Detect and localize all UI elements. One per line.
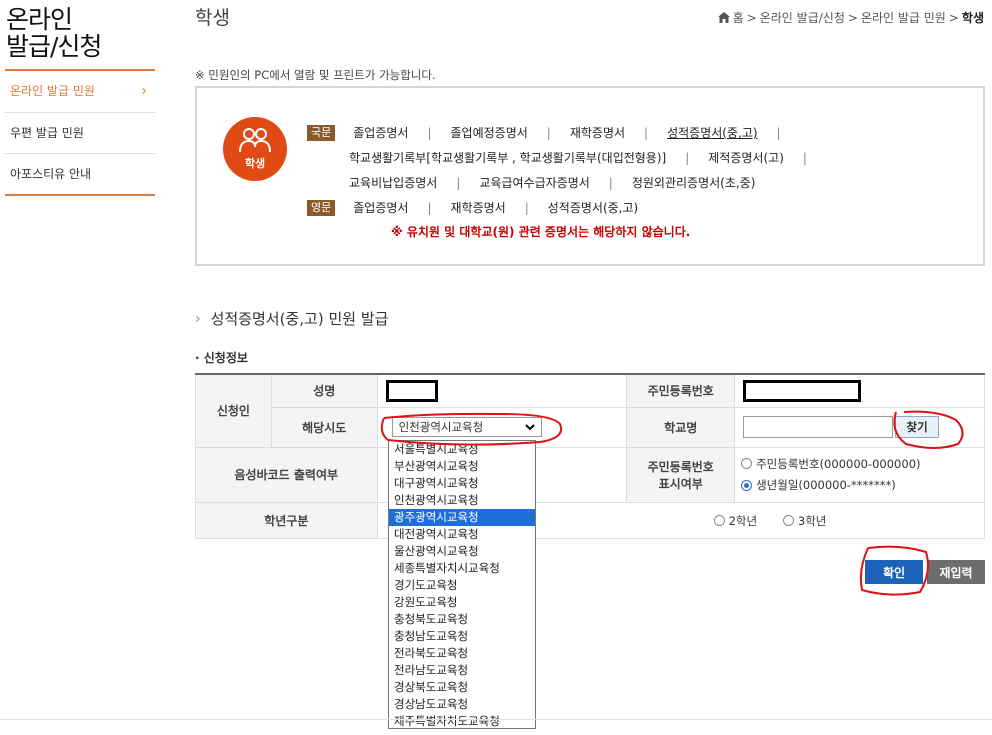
find-school-button[interactable]: 찾기 [895,416,940,438]
sidebar-menu: 온라인 발급 민원 › 우편 발급 민원 아포스티유 안내 [5,69,155,196]
name-value-redacted [385,379,438,402]
breadcrumb-online[interactable]: 온라인 발급/신청 [760,9,845,26]
breadcrumb-online-issue[interactable]: 온라인 발급 민원 [861,9,946,26]
chevron-down-icon [524,423,535,430]
school-name-input[interactable] [743,416,894,438]
breadcrumb-current: 학생 [961,11,984,25]
school-label: 학교명 [626,406,736,448]
dropdown-option[interactable]: 서울특별시교육청 [389,441,535,458]
sidebar-title-line2: 발급/신청 [6,32,102,61]
student-badge: 학생 [223,117,287,181]
name-label: 성명 [270,373,378,408]
cert-tuition-payment[interactable]: 교육비납입증명서 [349,174,437,191]
region-select[interactable]: 인천광역시교육청 [391,417,542,437]
sidebar-item-online-issue[interactable]: 온라인 발급 민원 › [5,71,155,112]
dropdown-option[interactable]: 전라북도교육청 [389,645,535,662]
sidebar-title: 온라인 발급/신청 [6,6,156,60]
dropdown-option[interactable]: 대구광역시교육청 [389,475,535,492]
barcode-label: 음성바코드 출력여부 [195,446,378,503]
chevron-right-icon: > [847,10,858,25]
korean-row-2: 학교생활기록부[학교생활기록부 , 학교생활기록부(대입전형용)] | 제적증명… [349,149,807,166]
warning-row: ※ 유치원 및 대학교(원) 관련 증명서는 해당하지 않습니다. [307,223,690,240]
badge-label: 학생 [244,157,266,170]
page-title: 학생 [195,7,230,29]
section-title-text: 성적증명서(중,고) 민원 발급 [210,310,389,328]
sidebar-item-label: 아포스티유 안내 [10,167,92,181]
reset-button[interactable]: 재입력 [927,560,985,584]
radio-grade-3[interactable]: 3학년 [782,513,826,529]
sidebar-item-mail-issue[interactable]: 우편 발급 민원 [5,112,155,153]
region-dropdown-list[interactable]: 서울특별시교육청 부산광역시교육청 대구광역시교육청 인천광역시교육청 광주광역시교육청… [388,440,536,729]
cert-graduation[interactable]: 졸업증명서 [353,124,408,141]
dropdown-option[interactable]: 세종특별자치시교육청 [389,560,535,577]
dropdown-option[interactable]: 제주특별자치도교육청 [389,713,535,728]
breadcrumb: 홈 > 온라인 발급/신청 > 온라인 발급 민원 > 학생 [717,9,984,26]
cert-en-enrollment[interactable]: 재학증명서 [451,199,506,216]
dropdown-option[interactable]: 대전광역시교육청 [389,526,535,543]
cert-en-transcript[interactable]: 성적증명서(중,고) [548,199,638,216]
notice-text: ※ 민원인의 PC에서 열람 및 프린트가 가능합니다. [195,68,436,82]
dropdown-option[interactable]: 부산광역시교육청 [389,458,535,475]
cert-expected-graduation[interactable]: 졸업예정증명서 [451,124,528,141]
confirm-button[interactable]: 확인 [865,560,923,584]
sub-title: · 신청정보 [195,351,248,365]
chevron-right-icon: › [141,83,147,99]
cert-school-record[interactable]: 학교생활기록부[학교생활기록부 , 학교생활기록부(대입전형용)] [349,149,666,166]
breadcrumb-home[interactable]: 홈 [733,9,744,26]
korean-row-3: 교육비납입증명서 | 교육급여수급자증명서 | 정원외관리증명서(초,중) [349,174,756,191]
dropdown-option[interactable]: 전라남도교육청 [389,662,535,679]
chevron-right-icon: > [746,10,757,25]
radio-resident-number[interactable]: 주민등록번호(000000-000000) [741,456,921,472]
resident-display-label: 주민등록번호 표시여부 [626,446,736,503]
korean-tag: 국문 [307,124,336,141]
dropdown-option[interactable]: 경상남도교육청 [389,696,535,713]
dropdown-option[interactable]: 울산광역시교육청 [389,543,535,560]
sidebar-item-label: 온라인 발급 민원 [10,84,95,98]
cert-extra-quota[interactable]: 정원외관리증명서(초,중) [632,174,756,191]
students-icon [239,128,271,153]
cert-expulsion[interactable]: 제적증명서(고) [708,149,784,166]
radio-birthdate[interactable]: 생년월일(000000-*******) [741,477,896,493]
application-form: 신청인 성명 주민등록번호 해당시도 인천광역시교육청 학교명 찾기 음성바코드… [195,373,986,539]
sidebar-title-line1: 온라인 [6,5,73,34]
applicant-label: 신청인 [195,373,272,448]
grade-label: 학년구분 [195,501,378,539]
radio-grade-2[interactable]: 2학년 [713,513,757,529]
english-row: 영문 졸업증명서 | 재학증명서 | 성적증명서(중,고) [307,199,638,216]
cert-en-graduation[interactable]: 졸업증명서 [353,199,408,216]
cert-education-benefit[interactable]: 교육급여수급자증명서 [479,174,589,191]
dropdown-option[interactable]: 광주광역시교육청 [389,509,535,526]
certificate-box: 학생 국문 졸업증명서 | 졸업예정증명서 | 재학증명서 | 성적증명서(중,… [195,86,985,266]
region-label: 해당시도 [270,406,378,448]
dropdown-option[interactable]: 경기도교육청 [389,577,535,594]
cert-enrollment[interactable]: 재학증명서 [570,124,625,141]
sidebar-item-apostille[interactable]: 아포스티유 안내 [5,153,155,194]
cert-transcript[interactable]: 성적증명서(중,고) [667,124,757,141]
region-selected-value: 인천광역시교육청 [398,420,484,434]
chevron-right-icon: › [195,310,201,327]
section-title: › 성적증명서(중,고) 민원 발급 [195,308,388,329]
dropdown-option[interactable]: 강원도교육청 [389,594,535,611]
dropdown-option[interactable]: 경상북도교육청 [389,679,535,696]
warning-text: ※ 유치원 및 대학교(원) 관련 증명서는 해당하지 않습니다. [391,225,691,239]
english-tag: 영문 [307,199,336,216]
resident-no-label: 주민등록번호 [626,373,736,408]
korean-row-1: 국문 졸업증명서 | 졸업예정증명서 | 재학증명서 | 성적증명서(중,고) … [307,124,800,141]
chevron-right-icon: > [948,10,959,25]
dropdown-option[interactable]: 충청북도교육청 [389,611,535,628]
dropdown-option[interactable]: 인천광역시교육청 [389,492,535,509]
home-icon[interactable] [717,12,730,23]
resident-no-redacted [743,379,862,402]
footer-divider [0,719,992,720]
dropdown-option[interactable]: 충청남도교육청 [389,628,535,645]
sidebar-item-label: 우편 발급 민원 [10,126,84,140]
